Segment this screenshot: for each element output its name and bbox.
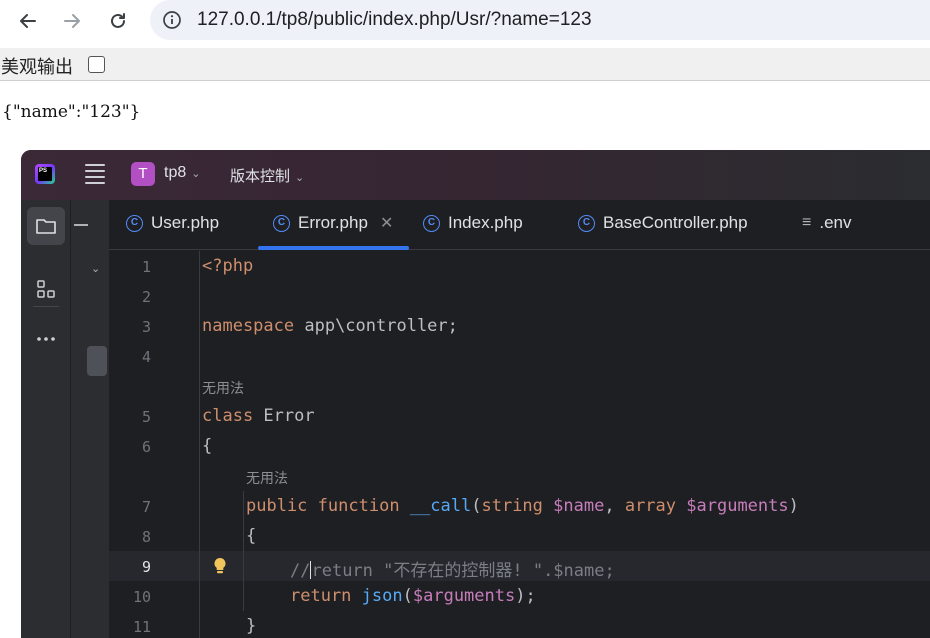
tab-label: Error.php (298, 213, 368, 232)
ide-window: PS T tp8 ⌄ 版本控制 ⌄ ⌄ C User.php C Error.php ✕ … (21, 150, 930, 638)
tab-index-php[interactable]: C Index.php (423, 213, 523, 233)
structure-tool-button[interactable] (27, 270, 65, 308)
code-line: { (202, 436, 213, 456)
editor-tabs: C User.php C Error.php ✕ C Index.php C BaseCo… (109, 200, 930, 250)
close-icon[interactable]: ✕ (380, 213, 393, 233)
code-line: //return "不存在的控制器! ".$name; (290, 561, 615, 581)
more-icon (37, 337, 55, 341)
reload-icon (111, 13, 125, 28)
line-number: 10 (132, 588, 151, 606)
code-line: namespace app\controller; (202, 316, 458, 336)
chevron-down-icon: ⌄ (191, 168, 201, 180)
structure-icon (37, 280, 55, 298)
minimize-icon[interactable] (74, 224, 88, 226)
line-number: 6 (141, 438, 151, 456)
info-icon[interactable] (162, 10, 182, 30)
code-line: } (246, 616, 257, 636)
usage-hint[interactable]: 无用法 (202, 378, 244, 398)
indent-guide (199, 251, 200, 638)
tab-basecontroller-php[interactable]: C BaseController.php (578, 213, 748, 233)
browser-toolbar: 127.0.0.1/tp8/public/index.php/Usr/?name… (0, 0, 930, 42)
tab-label: .env (819, 213, 852, 232)
text-file-icon: ≡ (802, 214, 812, 231)
active-tab-indicator (258, 246, 409, 250)
project-tool-button[interactable] (27, 207, 65, 245)
line-number: 2 (141, 288, 151, 306)
code-line: <?php (202, 256, 254, 276)
line-number: 9 (141, 558, 151, 576)
forward-icon (64, 14, 80, 28)
main-menu-icon[interactable] (85, 164, 105, 184)
code-line: { (246, 526, 257, 546)
code-line: public function __call(string $name, arr… (246, 496, 799, 516)
indent-guide (243, 491, 244, 611)
class-icon: C (126, 214, 143, 232)
code-line: class Error (202, 406, 315, 426)
tab-env[interactable]: ≡ .env (802, 213, 851, 233)
line-number: 5 (141, 408, 151, 426)
panel-scrollbar[interactable] (87, 346, 107, 376)
project-name: tp8 (164, 164, 187, 181)
chevron-down-icon[interactable]: ⌄ (91, 262, 100, 275)
tab-label: User.php (151, 213, 220, 232)
back-icon (20, 14, 36, 28)
phpstorm-logo-icon[interactable]: PS (35, 164, 55, 184)
pretty-print-label: 美观输出 (1, 57, 73, 78)
class-icon: C (578, 214, 595, 232)
project-selector[interactable]: tp8 ⌄ (164, 164, 200, 182)
back-button[interactable] (13, 6, 43, 36)
pretty-print-checkbox[interactable] (88, 56, 105, 73)
json-output: {"name":"123"} (2, 102, 141, 122)
tool-window-strip (21, 200, 71, 638)
project-panel-edge: ⌄ (71, 200, 109, 638)
line-number: 11 (132, 618, 151, 636)
tab-error-php[interactable]: C Error.php ✕ (273, 213, 393, 233)
class-icon: C (273, 214, 290, 232)
chevron-down-icon: ⌄ (295, 172, 305, 184)
code-line: return json($arguments); (290, 586, 536, 606)
line-number: 7 (141, 498, 151, 516)
address-bar[interactable]: 127.0.0.1/tp8/public/index.php/Usr/?name… (150, 0, 930, 40)
project-avatar[interactable]: T (131, 162, 155, 186)
line-number: 1 (141, 258, 151, 276)
tab-user-php[interactable]: C User.php (126, 213, 219, 233)
folder-icon (36, 219, 56, 234)
more-tools-button[interactable] (27, 320, 65, 358)
tab-label: BaseController.php (603, 213, 748, 232)
usage-hint[interactable]: 无用法 (246, 468, 288, 488)
vcs-selector[interactable]: 版本控制 ⌄ (230, 165, 304, 186)
tab-label: Index.php (448, 213, 523, 232)
line-number: 4 (141, 348, 151, 366)
vcs-label: 版本控制 (230, 168, 291, 185)
lightbulb-icon[interactable] (213, 557, 227, 575)
forward-button[interactable] (57, 6, 87, 36)
pretty-print-bar: 美观输出 (0, 48, 930, 81)
class-icon: C (423, 214, 440, 232)
url-text[interactable]: 127.0.0.1/tp8/public/index.php/Usr/?name… (197, 9, 592, 31)
ide-title-bar: PS T tp8 ⌄ 版本控制 ⌄ (21, 150, 930, 200)
line-number: 3 (141, 318, 151, 336)
reload-button[interactable] (103, 6, 133, 36)
line-number: 8 (141, 528, 151, 546)
